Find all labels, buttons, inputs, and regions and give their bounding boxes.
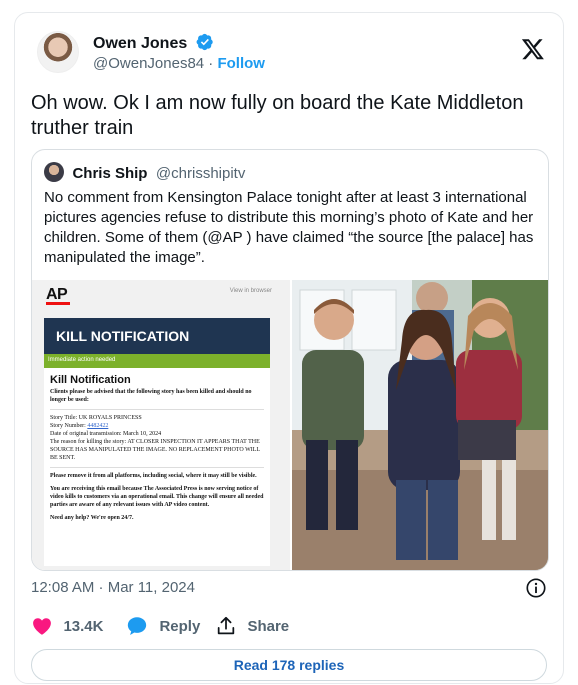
ap-logo-underline bbox=[46, 302, 70, 305]
like-button[interactable]: 13.4K bbox=[31, 615, 103, 641]
share-icon bbox=[217, 616, 235, 635]
kill-notification-body: Kill Notification Clients please be advi… bbox=[44, 368, 270, 566]
kill-intro: Clients please be advised that the follo… bbox=[50, 389, 252, 403]
handle-separator: · bbox=[208, 55, 214, 72]
tweet-timestamp[interactable]: 12:08 AM · Mar 11, 2024 bbox=[31, 579, 195, 596]
tweet-header: Owen Jones @OwenJones84 · Follow bbox=[37, 31, 547, 81]
reply-button[interactable]: Reply bbox=[125, 615, 200, 641]
author-handle[interactable]: @OwenJones84 bbox=[93, 55, 204, 72]
quoted-author-name: Chris Ship bbox=[72, 165, 148, 182]
story-number-label: Story Number: bbox=[50, 423, 88, 429]
divider bbox=[50, 409, 264, 410]
transmission-date: Date of original transmission: March 10,… bbox=[50, 431, 162, 437]
family-photo[interactable] bbox=[292, 280, 548, 570]
x-logo-icon[interactable] bbox=[521, 37, 545, 61]
reply-bubble-icon bbox=[127, 617, 147, 635]
kill-notification-title: Kill Notification bbox=[50, 374, 131, 386]
follow-button[interactable]: Follow bbox=[217, 55, 265, 72]
read-replies-button[interactable]: Read 178 replies bbox=[31, 649, 547, 681]
quoted-author-handle: @chrisshipitv bbox=[155, 165, 246, 182]
tweet-actions: 13.4K Reply Share bbox=[31, 615, 551, 641]
story-number: 4482422 bbox=[87, 423, 109, 429]
author-name[interactable]: Owen Jones bbox=[93, 35, 187, 52]
verified-badge-icon bbox=[196, 33, 213, 51]
share-button[interactable]: Share bbox=[215, 615, 289, 641]
immediate-action-bar: Immediate action needed bbox=[44, 354, 270, 368]
ap-kill-notification-image[interactable]: AP View in browser KILL NOTIFICATION Imm… bbox=[32, 280, 290, 570]
family-photo-illustration bbox=[292, 280, 548, 570]
tweet-card: Owen Jones @OwenJones84 · Follow Oh wow.… bbox=[14, 12, 564, 684]
like-count: 13.4K bbox=[63, 617, 104, 635]
share-label: Share bbox=[247, 617, 290, 635]
quoted-tweet-text: No comment from Kensington Palace tonigh… bbox=[44, 189, 534, 266]
remove-instruction: Please remove it from all platforms, inc… bbox=[50, 473, 257, 479]
story-title: Story Title: UK ROYALS PRINCESS bbox=[50, 415, 142, 421]
receiving-notice: You are receiving this email because The… bbox=[50, 486, 264, 508]
kill-notification-banner: KILL NOTIFICATION bbox=[44, 318, 270, 354]
quoted-media[interactable]: AP View in browser KILL NOTIFICATION Imm… bbox=[32, 280, 548, 570]
divider bbox=[50, 467, 264, 468]
view-in-browser-link: View in browser bbox=[229, 288, 272, 294]
author-avatar[interactable] bbox=[37, 31, 79, 73]
reply-label: Reply bbox=[159, 617, 201, 635]
heart-icon bbox=[33, 618, 51, 635]
tweet-text: Oh wow. Ok I am now fully on board the K… bbox=[31, 92, 524, 139]
quoted-tweet[interactable]: Chris Ship @chrisshipitv No comment from… bbox=[31, 149, 549, 571]
kill-reason: The reason for killing the story: AT CLO… bbox=[50, 439, 260, 461]
help-line: Need any help? We're open 24/7. bbox=[50, 515, 134, 521]
quoted-author-avatar bbox=[44, 162, 64, 182]
info-icon[interactable] bbox=[525, 577, 547, 599]
